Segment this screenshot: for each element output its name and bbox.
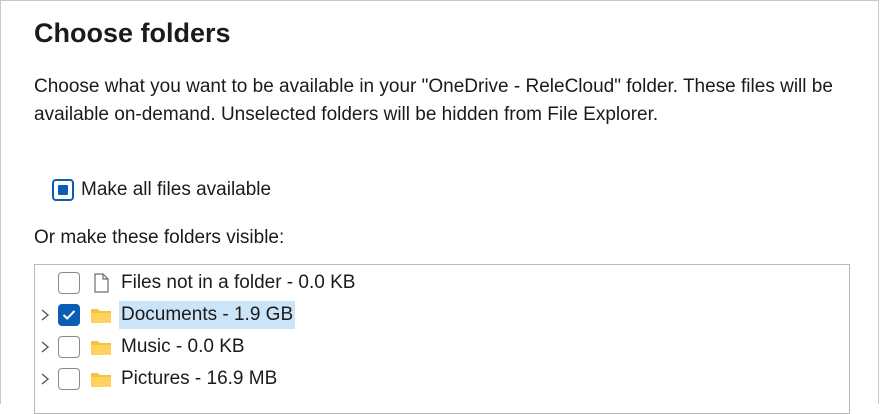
make-all-files-checkbox[interactable]: Make all files available <box>52 179 271 201</box>
folder-row-pictures[interactable]: Pictures - 16.9 MB <box>35 364 849 394</box>
chevron-right-icon[interactable] <box>39 340 51 354</box>
folder-label[interactable]: Pictures - 16.9 MB <box>119 365 279 393</box>
folder-label[interactable]: Documents - 1.9 GB <box>119 301 296 329</box>
dialog-title: Choose folders <box>34 18 231 48</box>
folder-label[interactable]: Music - 0.0 KB <box>119 333 247 361</box>
folder-checkbox[interactable] <box>58 304 80 326</box>
make-all-files-label[interactable]: Make all files available <box>81 179 271 201</box>
checkmark-icon <box>62 310 76 320</box>
chevron-right-icon[interactable] <box>39 308 51 322</box>
folder-icon <box>91 373 111 387</box>
folder-icon <box>91 341 111 355</box>
dialog-description: Choose what you want to be available in … <box>34 76 833 125</box>
folder-row-files-not-in-folder[interactable]: Files not in a folder - 0.0 KB <box>35 268 849 298</box>
file-icon <box>94 273 109 293</box>
chevron-right-icon[interactable] <box>39 372 51 386</box>
folder-row-documents[interactable]: Documents - 1.9 GB <box>35 300 849 330</box>
folder-checkbox[interactable] <box>58 336 80 358</box>
folder-label[interactable]: Files not in a folder - 0.0 KB <box>119 269 357 297</box>
folder-checkbox[interactable] <box>58 368 80 390</box>
folders-heading: Or make these folders visible: <box>34 227 285 248</box>
indeterminate-checkbox-icon[interactable] <box>52 179 74 201</box>
folder-icon <box>91 309 111 323</box>
folder-checkbox[interactable] <box>58 272 80 294</box>
folder-tree[interactable]: Files not in a folder - 0.0 KB Documents… <box>34 264 850 414</box>
folder-row-music[interactable]: Music - 0.0 KB <box>35 332 849 362</box>
